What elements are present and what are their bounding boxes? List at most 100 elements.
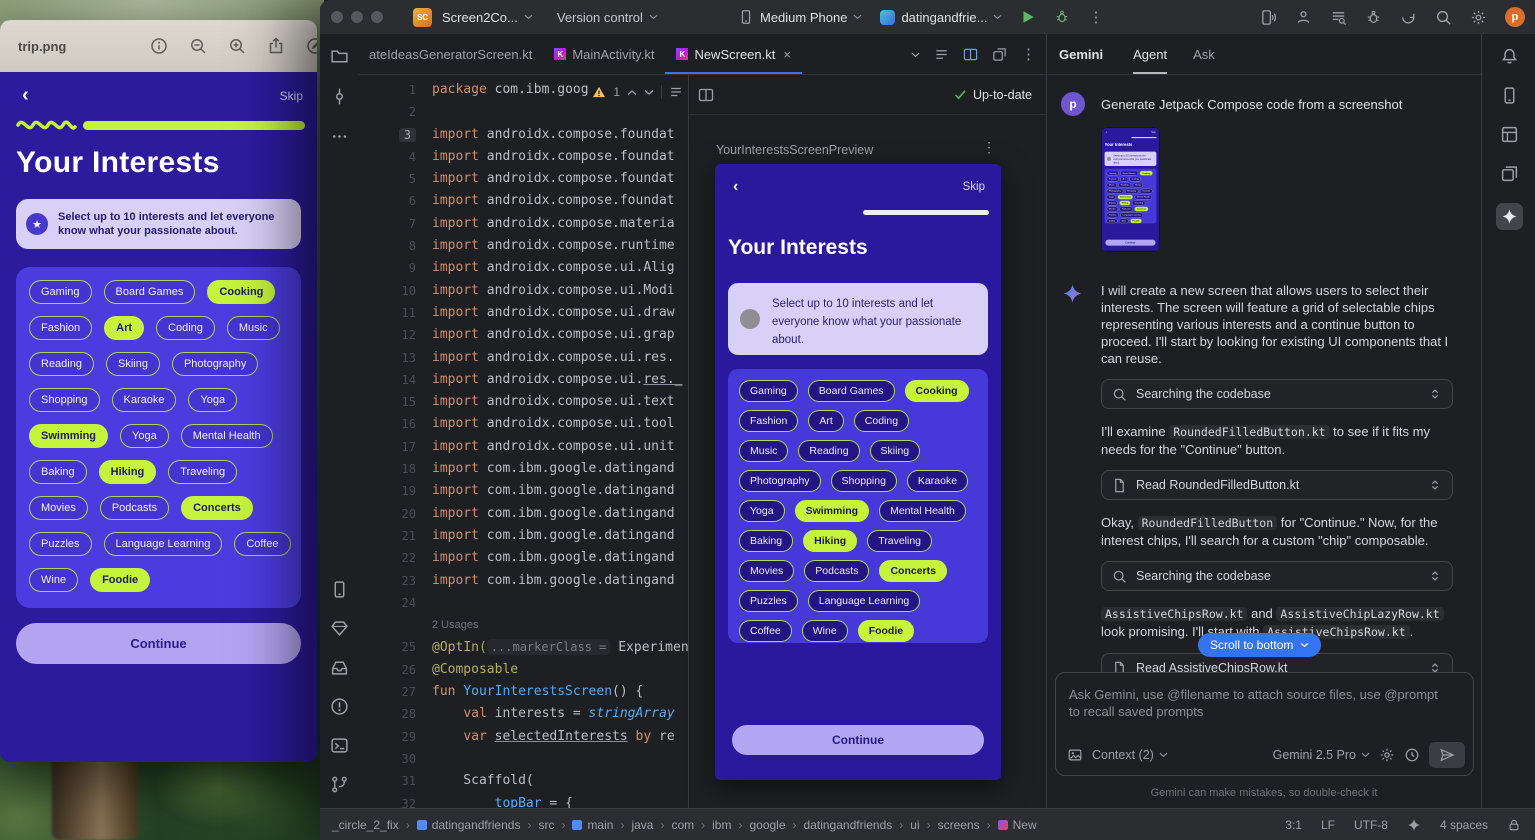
- line-number[interactable]: 32: [358, 793, 416, 809]
- tab-newscreen[interactable]: KNewScreen.kt×: [665, 34, 802, 74]
- code-line[interactable]: Scaffold(: [432, 770, 688, 792]
- line-number[interactable]: 12: [358, 324, 416, 346]
- line-number[interactable]: 8: [358, 235, 416, 257]
- device-selector[interactable]: Medium Phone: [738, 9, 862, 25]
- structure-view-icon[interactable]: [934, 47, 949, 62]
- terminal-icon[interactable]: [330, 736, 349, 755]
- send-button[interactable]: [1429, 742, 1465, 768]
- code-line[interactable]: [432, 592, 688, 614]
- code-line[interactable]: import androidx.compose.foundat: [432, 124, 688, 146]
- breadcrumb-item[interactable]: main: [572, 818, 613, 832]
- breadcrumb-item[interactable]: _circle_2_fix: [332, 818, 399, 832]
- line-number[interactable]: 15: [358, 391, 416, 413]
- code-line[interactable]: import com.ibm.google.datingand: [432, 525, 688, 547]
- breadcrumb-item[interactable]: google: [749, 818, 785, 832]
- markup-icon[interactable]: [306, 37, 317, 55]
- code-line[interactable]: import androidx.compose.foundat: [432, 190, 688, 212]
- line-number[interactable]: 7: [358, 213, 416, 235]
- expand-icon[interactable]: [1428, 569, 1442, 583]
- line-number[interactable]: 16: [358, 413, 416, 435]
- line-number[interactable]: 18: [358, 458, 416, 480]
- commit-icon[interactable]: [330, 87, 349, 106]
- expand-icon[interactable]: [1428, 387, 1442, 401]
- ai-status-icon[interactable]: [1407, 818, 1421, 832]
- layout-inspector-icon[interactable]: [1500, 125, 1519, 144]
- line-number[interactable]: 24: [358, 592, 416, 614]
- code-area[interactable]: package com.ibm.googlimport androidx.com…: [432, 79, 688, 808]
- zoom-out-icon[interactable]: [189, 37, 207, 55]
- run-config-selector[interactable]: datingandfrie...: [880, 10, 1002, 25]
- code-line[interactable]: import androidx.compose.ui.res.: [432, 347, 688, 369]
- code-with-me-icon[interactable]: [1295, 9, 1312, 26]
- line-number[interactable]: 9: [358, 257, 416, 279]
- breadcrumb-item[interactable]: ui: [910, 818, 919, 832]
- share-icon[interactable]: [267, 37, 285, 55]
- line-number[interactable]: 17: [358, 436, 416, 458]
- code-line[interactable]: var selectedInterests by re: [432, 726, 688, 748]
- breadcrumb-item[interactable]: New: [998, 818, 1037, 832]
- code-line[interactable]: import androidx.compose.runtime: [432, 235, 688, 257]
- tool-call-row[interactable]: Searching the codebase: [1101, 379, 1453, 409]
- code-line[interactable]: [432, 101, 688, 123]
- code-line[interactable]: import androidx.compose.ui.Modi: [432, 280, 688, 302]
- window-close-button[interactable]: [331, 11, 343, 23]
- attach-context-icon[interactable]: [1067, 747, 1083, 763]
- code-line[interactable]: import com.ibm.google.datingand: [432, 503, 688, 525]
- run-button[interactable]: [1020, 9, 1036, 25]
- search-icon[interactable]: [1435, 9, 1452, 26]
- line-number[interactable]: 29: [358, 726, 416, 748]
- code-line[interactable]: import androidx.compose.foundat: [432, 168, 688, 190]
- line-number[interactable]: 13: [358, 347, 416, 369]
- close-tab-icon[interactable]: ×: [783, 47, 791, 62]
- line-number[interactable]: 28: [358, 703, 416, 725]
- line-ending[interactable]: LF: [1321, 818, 1335, 832]
- tab-agent[interactable]: Agent: [1133, 34, 1167, 74]
- code-line[interactable]: import androidx.compose.ui.draw: [432, 302, 688, 324]
- project-selector[interactable]: Screen2Co...: [442, 10, 533, 25]
- line-number[interactable]: 30: [358, 748, 416, 770]
- code-line[interactable]: import com.ibm.google.datingand: [432, 570, 688, 592]
- line-number[interactable]: 23: [358, 570, 416, 592]
- window-minimize-button[interactable]: [351, 11, 363, 23]
- line-number[interactable]: 5: [358, 168, 416, 190]
- code-line[interactable]: import androidx.compose.ui.grap: [432, 324, 688, 346]
- device-streaming-icon[interactable]: [1260, 9, 1277, 26]
- screenshot-attachment[interactable]: ‹ Skip Your Interests Select up to 10 in…: [1101, 127, 1160, 252]
- code-editor[interactable]: 1234567891011121314151617181920212223242…: [358, 75, 688, 808]
- code-line[interactable]: [432, 748, 688, 770]
- problems-icon[interactable]: [330, 697, 349, 716]
- history-icon[interactable]: [1404, 747, 1420, 763]
- split-editor-icon[interactable]: [963, 47, 978, 62]
- lock-icon[interactable]: [1507, 818, 1521, 832]
- logcat-icon[interactable]: [1330, 9, 1347, 26]
- code-line[interactable]: import androidx.compose.foundat: [432, 146, 688, 168]
- line-number[interactable]: 2: [358, 101, 416, 123]
- breadcrumb-item[interactable]: src: [538, 818, 554, 832]
- hidden-tabs-icon[interactable]: [911, 52, 920, 58]
- code-line[interactable]: import androidx.compose.ui.text: [432, 391, 688, 413]
- model-selector[interactable]: Gemini 2.5 Pro: [1273, 748, 1370, 762]
- debug-button[interactable]: [1054, 9, 1070, 25]
- code-line[interactable]: import com.ibm.google.datingand: [432, 547, 688, 569]
- line-number[interactable]: 22: [358, 547, 416, 569]
- editor-gutter[interactable]: 1234567891011121314151617181920212223242…: [358, 79, 416, 808]
- caret-position[interactable]: 3:1: [1285, 818, 1302, 832]
- line-number[interactable]: 14: [358, 369, 416, 391]
- info-icon[interactable]: [150, 37, 168, 55]
- line-number[interactable]: 3: [358, 124, 416, 146]
- expand-icon[interactable]: [1428, 478, 1442, 492]
- detach-editor-icon[interactable]: [992, 47, 1007, 62]
- code-line[interactable]: import com.ibm.google.datingand: [432, 480, 688, 502]
- code-line[interactable]: fun YourInterestsScreen() {: [432, 681, 688, 703]
- user-avatar[interactable]: p: [1505, 7, 1525, 27]
- sync-icon[interactable]: [1400, 9, 1417, 26]
- code-line[interactable]: import androidx.compose.materia: [432, 213, 688, 235]
- build-icon[interactable]: [330, 658, 349, 677]
- breadcrumb-item[interactable]: java: [631, 818, 653, 832]
- line-number[interactable]: 20: [358, 503, 416, 525]
- gem-icon[interactable]: [330, 619, 349, 638]
- code-line[interactable]: import androidx.compose.ui.unit: [432, 436, 688, 458]
- more-icon[interactable]: [330, 127, 349, 146]
- line-number[interactable]: 19: [358, 480, 416, 502]
- scroll-to-bottom-button[interactable]: Scroll to bottom: [1198, 633, 1321, 657]
